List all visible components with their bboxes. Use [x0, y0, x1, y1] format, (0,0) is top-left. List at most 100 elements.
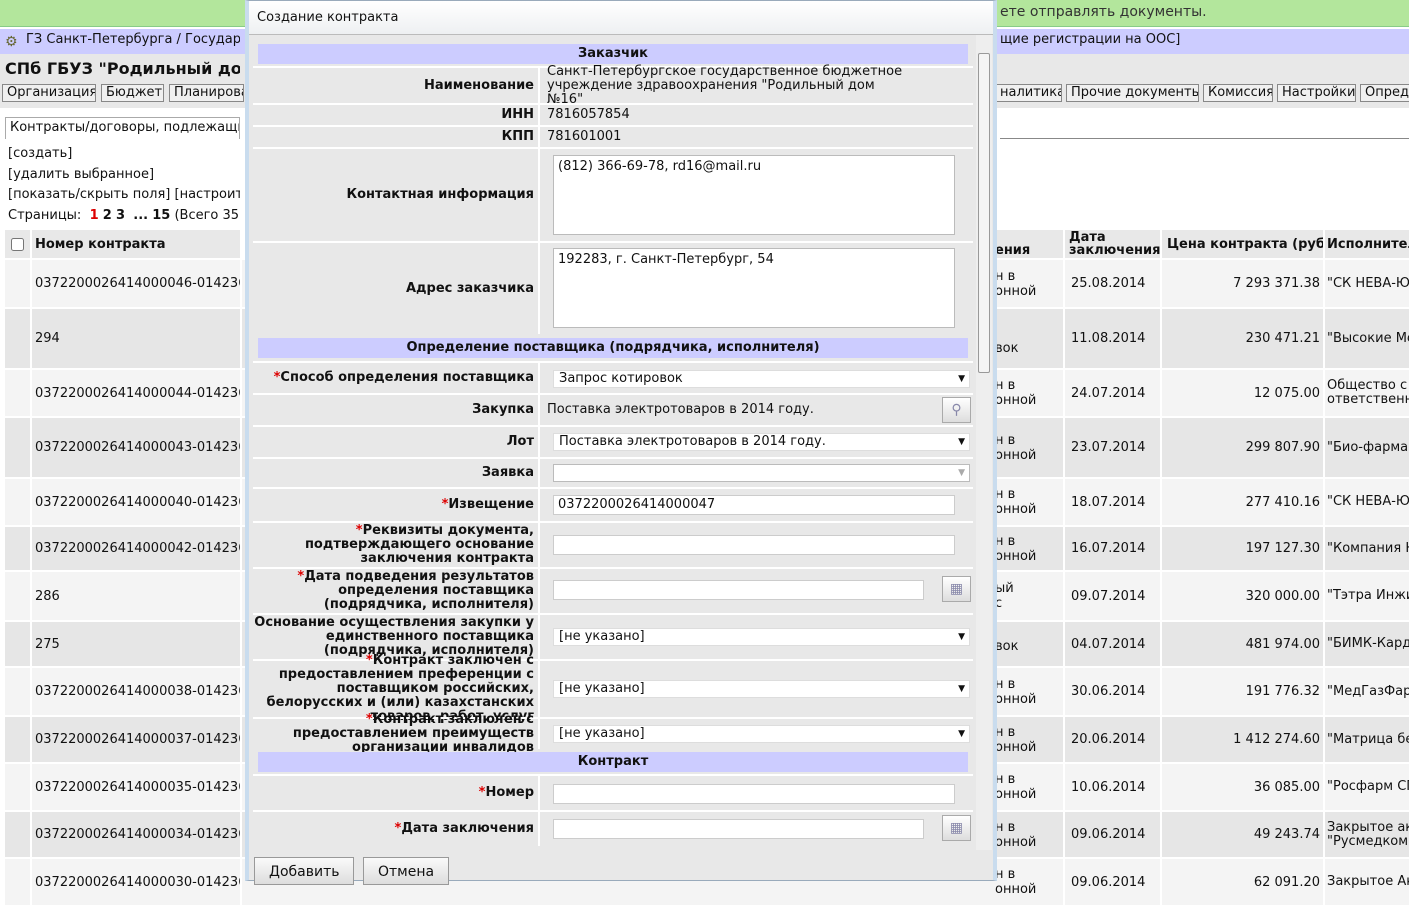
contract-price: 49 243.74 [1162, 812, 1325, 857]
delete-selected-link[interactable]: [удалить выбранное] [8, 167, 240, 182]
dropdown-arrow-icon: ▼ [958, 437, 965, 447]
row-checkbox[interactable] [5, 309, 32, 368]
contract-executor: "МедГазФар [1325, 668, 1409, 715]
contract-number[interactable]: 294 [32, 309, 242, 368]
select-all-checkbox[interactable] [5, 230, 32, 258]
calendar-icon[interactable]: ▦ [942, 815, 971, 841]
field-method: * Способ определения поставщика Запрос кот… [253, 361, 973, 393]
result-date-input[interactable] [553, 580, 924, 600]
row-checkbox[interactable] [5, 260, 32, 307]
contract-price: 1 412 274.60 [1162, 717, 1325, 762]
contract-number[interactable]: 0372200026414000038-014236 [32, 668, 242, 715]
preference-select[interactable]: [не указано] ▼ [553, 680, 970, 698]
field-contact: Контактная информация (812) 366-69-78, rd… [253, 147, 973, 241]
page-3[interactable]: 3 [116, 208, 125, 223]
col-price[interactable]: Цена контракта (руб.) [1162, 230, 1325, 258]
row-checkbox[interactable] [5, 418, 32, 477]
toggle-fields-link[interactable]: [показать/скрыть поля] [настроить [8, 187, 240, 202]
contract-price: 36 085.00 [1162, 764, 1325, 810]
subtab-contracts[interactable]: Контракты/договоры, подлежащие [5, 117, 240, 139]
cell-partial: вок [995, 622, 1065, 666]
row-checkbox[interactable] [5, 859, 32, 905]
field-inn: ИНН 7816057854 [253, 103, 973, 125]
cell-partial: н в онной [995, 859, 1065, 905]
doc-input[interactable] [553, 535, 955, 555]
field-single-supplier: Основание осуществления закупки у единст… [253, 613, 973, 659]
tab-organization[interactable]: Организация [2, 84, 96, 102]
contract-date-input[interactable] [553, 819, 924, 839]
bid-select[interactable]: ▼ [553, 464, 970, 482]
contract-number[interactable]: 0372200026414000034-014236 [32, 812, 242, 857]
field-purchase: Закупка Поставка электротоваров в 2014 го… [253, 393, 973, 425]
cell-partial: н в онной [995, 527, 1065, 570]
contract-price: 230 471.21 [1162, 309, 1325, 368]
contract-executor: "Компания Н [1325, 527, 1409, 570]
contract-date: 24.07.2014 [1065, 370, 1162, 416]
row-checkbox[interactable] [5, 479, 32, 525]
single-supplier-select[interactable]: [не указано] ▼ [553, 628, 970, 646]
col-executor[interactable]: Исполнител [1325, 230, 1409, 258]
row-checkbox[interactable] [5, 527, 32, 570]
page-last[interactable]: 15 [152, 208, 170, 223]
address-textarea[interactable]: 192283, г. Санкт-Петербург, 54 [553, 248, 955, 328]
contract-number[interactable]: 0372200026414000044-014236 [32, 370, 242, 416]
tab-planning[interactable]: Планирова [169, 84, 244, 102]
contract-number[interactable]: 0372200026414000030-014236 [32, 859, 242, 905]
contract-number[interactable]: 0372200026414000040-014236 [32, 479, 242, 525]
row-checkbox[interactable] [5, 717, 32, 762]
breadcrumb-right[interactable]: щие регистрации на ООС] [1000, 32, 1180, 47]
field-kpp: КПП 781601001 [253, 125, 973, 147]
row-checkbox[interactable] [5, 812, 32, 857]
tab-settings[interactable]: Настройки [1277, 84, 1356, 102]
contract-number[interactable]: 286 [32, 572, 242, 620]
page-2[interactable]: 2 [103, 208, 112, 223]
contract-date: 04.07.2014 [1065, 622, 1162, 666]
dropdown-arrow-icon: ▼ [958, 374, 965, 384]
contract-number[interactable]: 0372200026414000042-014236 [32, 527, 242, 570]
field-address: Адрес заказчика 192283, г. Санкт-Петербур… [253, 241, 973, 334]
contract-number-input[interactable] [553, 784, 955, 804]
field-contract-number: * Номер [253, 774, 973, 810]
contract-date: 16.07.2014 [1065, 527, 1162, 570]
row-checkbox[interactable] [5, 572, 32, 620]
section-customer: Заказчик [258, 44, 968, 64]
contract-number[interactable]: 275 [32, 622, 242, 666]
contract-executor: Общество с ответственн [1325, 370, 1409, 416]
contract-number[interactable]: 0372200026414000037-014236 [32, 717, 242, 762]
page-title: СПб ГБУЗ "Родильный дом I [5, 59, 240, 78]
row-checkbox[interactable] [5, 370, 32, 416]
col-number[interactable]: Номер контракта [32, 230, 242, 258]
field-invalid-org: *Контракт заключен с предоставлением пре… [253, 713, 973, 755]
tab-determination[interactable]: Опреде [1360, 84, 1409, 102]
lot-select[interactable]: Поставка электротоваров в 2014 году. ▼ [553, 433, 970, 451]
contract-price: 62 091.20 [1162, 859, 1325, 905]
contract-date: 09.07.2014 [1065, 572, 1162, 620]
invalid-org-select[interactable]: [не указано] ▼ [553, 725, 970, 743]
col-date[interactable]: Дата заключения [1065, 230, 1162, 258]
scrollbar-thumb[interactable] [978, 53, 990, 373]
field-contract-date: * Дата заключения ▦ [253, 810, 973, 846]
contract-price: 12 075.00 [1162, 370, 1325, 416]
dialog-scrollbar[interactable] [976, 35, 992, 850]
contract-number[interactable]: 0372200026414000035-014236 [32, 764, 242, 810]
contract-executor: "СК НЕВА-ЮС [1325, 479, 1409, 525]
search-icon[interactable]: ⚲ [942, 397, 971, 423]
notice-input[interactable]: 0372200026414000047 [553, 495, 955, 515]
row-checkbox[interactable] [5, 764, 32, 810]
contract-number[interactable]: 0372200026414000046-014236 [32, 260, 242, 307]
row-checkbox[interactable] [5, 622, 32, 666]
breadcrumb-left[interactable]: ГЗ Санкт-Петербурга / Государст [26, 32, 240, 47]
tab-analytics[interactable]: налитика [996, 84, 1062, 102]
tab-budget[interactable]: Бюджет [101, 84, 164, 102]
calendar-icon[interactable]: ▦ [942, 576, 971, 602]
tab-other-documents[interactable]: Прочие документы [1066, 84, 1199, 102]
row-checkbox[interactable] [5, 668, 32, 715]
contact-textarea[interactable]: (812) 366-69-78, rd16@mail.ru [553, 155, 955, 235]
org-icon: ⚙ [5, 34, 18, 50]
tab-commission[interactable]: Комиссия [1203, 84, 1273, 102]
create-link[interactable]: [создать] [8, 146, 240, 161]
dropdown-arrow-icon: ▼ [958, 729, 965, 739]
method-select[interactable]: Запрос котировок ▼ [553, 370, 970, 388]
contract-executor: Закрытое Ак [1325, 859, 1409, 905]
contract-number[interactable]: 0372200026414000043-014236 [32, 418, 242, 477]
